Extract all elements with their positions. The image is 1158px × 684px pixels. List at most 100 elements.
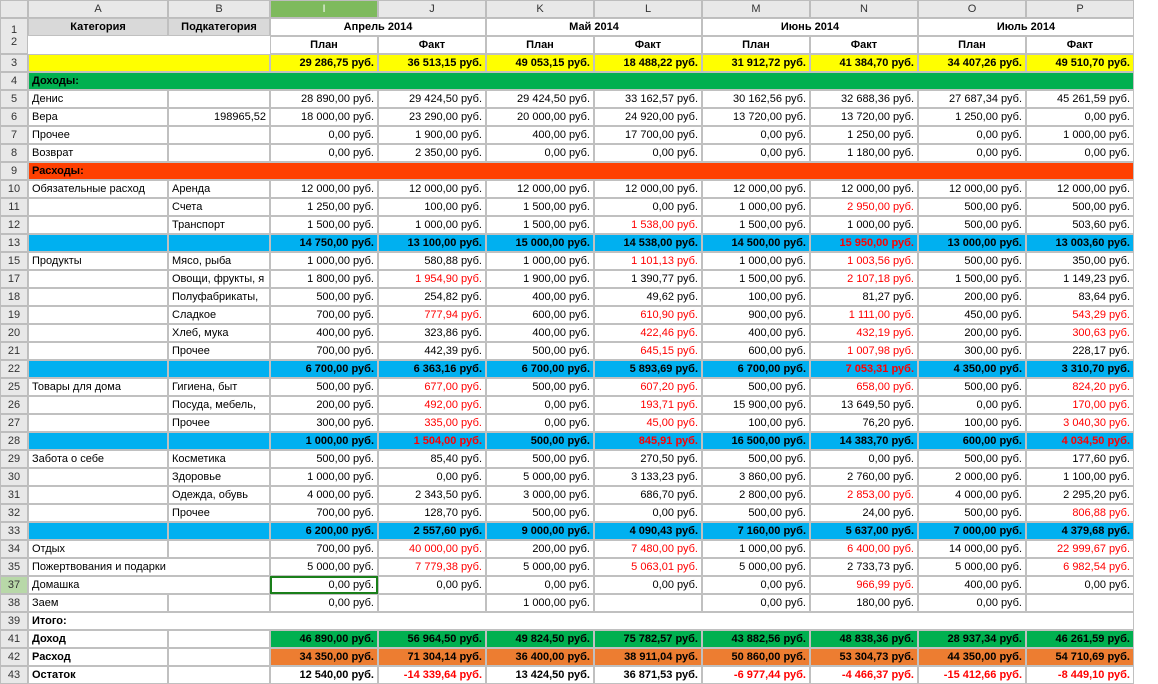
cell[interactable]: 0,00 руб. (594, 198, 702, 216)
cell[interactable]: Пожертвования и подарки (28, 558, 270, 576)
row-header[interactable]: 43 (0, 666, 28, 684)
cell[interactable]: 645,15 руб. (594, 342, 702, 360)
row-header[interactable]: 19 (0, 306, 28, 324)
cell[interactable]: 607,20 руб. (594, 378, 702, 396)
cell[interactable]: 4 090,43 руб. (594, 522, 702, 540)
cell[interactable]: Счета (168, 198, 270, 216)
cell[interactable]: 5 637,00 руб. (810, 522, 918, 540)
cell[interactable]: 500,00 руб. (918, 450, 1026, 468)
corner-cell[interactable] (0, 0, 28, 18)
row-header[interactable]: 26 (0, 396, 28, 414)
cell[interactable]: Денис (28, 90, 168, 108)
cell[interactable]: 1 000,00 руб. (270, 468, 378, 486)
cell[interactable]: 3 133,23 руб. (594, 468, 702, 486)
row-header[interactable]: 5 (0, 90, 28, 108)
cell[interactable]: 1 100,00 руб. (1026, 468, 1134, 486)
cell[interactable]: 1 000,00 руб. (486, 252, 594, 270)
cell[interactable]: 503,60 руб. (1026, 216, 1134, 234)
cell[interactable]: 3 040,30 руб. (1026, 414, 1134, 432)
cell[interactable]: 49 053,15 руб. (486, 54, 594, 72)
cell[interactable]: 1 504,00 руб. (378, 432, 486, 450)
cell[interactable]: 1 000,00 руб. (702, 252, 810, 270)
cell[interactable]: Итого: (28, 612, 1134, 630)
cell[interactable]: 700,00 руб. (270, 306, 378, 324)
cell[interactable]: 16 500,00 руб. (702, 432, 810, 450)
cell[interactable]: 14 500,00 руб. (702, 234, 810, 252)
cell[interactable]: 1 538,00 руб. (594, 216, 702, 234)
row-header[interactable]: 8 (0, 144, 28, 162)
cell[interactable]: 18 000,00 руб. (270, 108, 378, 126)
col-header-A[interactable]: A (28, 0, 168, 18)
row-header[interactable]: 9 (0, 162, 28, 180)
cell[interactable]: Отдых (28, 540, 168, 558)
cell[interactable]: 1 500,00 руб. (486, 198, 594, 216)
cell[interactable]: Прочее (168, 414, 270, 432)
cell[interactable] (28, 468, 168, 486)
cell[interactable]: 500,00 руб. (486, 432, 594, 450)
cell[interactable]: 500,00 руб. (486, 504, 594, 522)
cell[interactable]: 0,00 руб. (594, 504, 702, 522)
cell[interactable]: 12 000,00 руб. (1026, 180, 1134, 198)
cell[interactable]: 300,00 руб. (270, 414, 378, 432)
cell[interactable]: Одежда, обувь (168, 486, 270, 504)
cell[interactable]: 3 310,70 руб. (1026, 360, 1134, 378)
cell[interactable]: 13 720,00 руб. (810, 108, 918, 126)
cell[interactable]: 5 893,69 руб. (594, 360, 702, 378)
cell[interactable] (28, 504, 168, 522)
cell[interactable]: 1 180,00 руб. (810, 144, 918, 162)
cell[interactable]: 2 853,00 руб. (810, 486, 918, 504)
cell[interactable] (168, 90, 270, 108)
cell[interactable]: Забота о себе (28, 450, 168, 468)
cell[interactable]: Прочее (168, 342, 270, 360)
cell[interactable]: Продукты (28, 252, 168, 270)
cell[interactable]: 500,00 руб. (702, 450, 810, 468)
row-header[interactable]: 32 (0, 504, 28, 522)
cell[interactable]: Заем (28, 594, 168, 612)
cell[interactable]: 5 000,00 руб. (270, 558, 378, 576)
cell[interactable]: 700,00 руб. (270, 504, 378, 522)
row-header[interactable]: 11 (0, 198, 28, 216)
cell[interactable] (28, 288, 168, 306)
cell[interactable]: 400,00 руб. (486, 288, 594, 306)
cell[interactable]: 422,46 руб. (594, 324, 702, 342)
cell[interactable]: 0,00 руб. (918, 396, 1026, 414)
row-header[interactable]: 4 (0, 72, 28, 90)
cell[interactable]: 5 000,00 руб. (486, 558, 594, 576)
cell[interactable]: 500,00 руб. (486, 342, 594, 360)
cell[interactable]: 2 107,18 руб. (810, 270, 918, 288)
cell[interactable]: 29 286,75 руб. (270, 54, 378, 72)
cell[interactable]: 500,00 руб. (270, 450, 378, 468)
cell[interactable] (28, 396, 168, 414)
row-header[interactable]: 27 (0, 414, 28, 432)
cell[interactable]: 30 162,56 руб. (702, 90, 810, 108)
cell[interactable]: 12 000,00 руб. (918, 180, 1026, 198)
cell[interactable]: 0,00 руб. (486, 414, 594, 432)
cell[interactable]: 15 900,00 руб. (702, 396, 810, 414)
cell[interactable]: 54 710,69 руб. (1026, 648, 1134, 666)
cell[interactable]: 5 000,00 руб. (486, 468, 594, 486)
cell[interactable] (28, 234, 168, 252)
row-header[interactable]: 37 (0, 576, 28, 594)
cell[interactable] (168, 522, 270, 540)
row-header[interactable]: 22 (0, 360, 28, 378)
cell[interactable]: 1 101,13 руб. (594, 252, 702, 270)
cell[interactable]: 100,00 руб. (702, 414, 810, 432)
cell[interactable] (28, 486, 168, 504)
cell[interactable]: 1 250,00 руб. (270, 198, 378, 216)
cell[interactable]: 500,00 руб. (918, 216, 1026, 234)
cell[interactable]: 40 000,00 руб. (378, 540, 486, 558)
cell[interactable]: 500,00 руб. (1026, 198, 1134, 216)
cell[interactable]: 700,00 руб. (270, 540, 378, 558)
cell[interactable]: 492,00 руб. (378, 396, 486, 414)
cell[interactable]: 36 513,15 руб. (378, 54, 486, 72)
cell[interactable]: 13 720,00 руб. (702, 108, 810, 126)
cell[interactable]: 0,00 руб. (378, 576, 486, 594)
row-header[interactable]: 34 (0, 540, 28, 558)
cell[interactable]: 0,00 руб. (1026, 108, 1134, 126)
cell[interactable]: 228,17 руб. (1026, 342, 1134, 360)
cell[interactable]: 12 000,00 руб. (270, 180, 378, 198)
cell[interactable]: 1 000,00 руб. (810, 216, 918, 234)
cell[interactable]: 1 007,98 руб. (810, 342, 918, 360)
cell[interactable] (28, 306, 168, 324)
cell[interactable]: Овощи, фрукты, я (168, 270, 270, 288)
